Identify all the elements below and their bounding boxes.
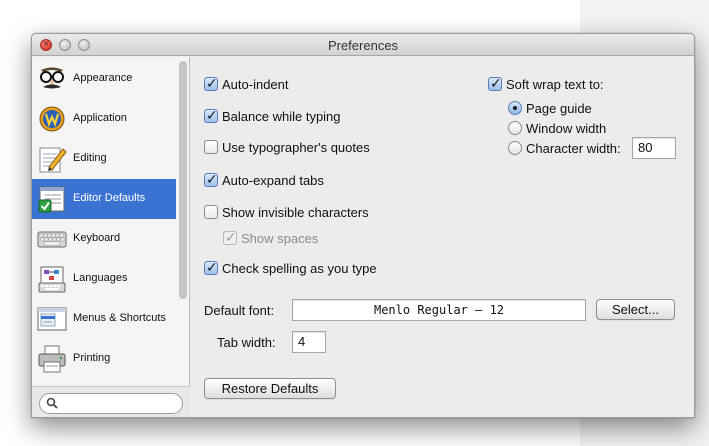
- default-font-display: Menlo Regular – 12: [292, 299, 586, 321]
- checkmark-icon: ✓: [206, 107, 218, 123]
- sidebar-item-printing[interactable]: Printing: [32, 339, 176, 379]
- sidebar-item-partial: [32, 379, 176, 386]
- window-title: Preferences: [327, 38, 399, 53]
- tab-width-field[interactable]: 4: [292, 331, 326, 353]
- printer-icon: [37, 344, 67, 374]
- sidebar-item-label: Languages: [73, 272, 128, 284]
- languages-board-icon: [37, 264, 67, 294]
- checkmark-icon: ✓: [206, 171, 218, 187]
- auto-indent-checkbox[interactable]: ✓: [204, 75, 218, 91]
- editor-defaults-pane: ✓ Auto-indent ✓ Balance while typing Use…: [191, 57, 694, 417]
- document-check-icon: [37, 184, 67, 214]
- checkmark-icon: ✓: [206, 259, 218, 275]
- menu-window-icon: [37, 304, 67, 334]
- show-spaces-checkbox: ✓: [223, 229, 237, 245]
- sidebar-list: Appearance Application Editing Editor De…: [32, 57, 176, 386]
- window-width-radio[interactable]: [508, 121, 522, 135]
- search-input[interactable]: [60, 396, 178, 411]
- auto-expand-tabs-label: Auto-expand tabs: [222, 173, 324, 188]
- pencil-notepad-icon: [37, 144, 67, 174]
- checkmark-icon: ✓: [225, 229, 237, 245]
- sidebar-item-menus-shortcuts[interactable]: Menus & Shortcuts: [32, 299, 176, 339]
- show-invisibles-checkbox[interactable]: [204, 205, 218, 219]
- window-width-label: Window width: [526, 121, 607, 136]
- application-gear-icon: [37, 104, 67, 134]
- tab-width-label: Tab width:: [217, 335, 276, 350]
- sidebar-item-label: Keyboard: [73, 232, 121, 244]
- sidebar-item-label: Appearance: [73, 72, 133, 84]
- checkmark-icon: ✓: [490, 75, 502, 91]
- page-guide-radio[interactable]: [508, 101, 522, 115]
- sidebar-item-label: Editor Defaults: [73, 192, 146, 204]
- sidebar-scrollbar-thumb[interactable]: [179, 61, 187, 299]
- preferences-window: × Preferences Appearance Application Edi…: [31, 33, 695, 418]
- sidebar-item-editor-defaults[interactable]: Editor Defaults: [32, 179, 176, 219]
- check-spelling-label: Check spelling as you type: [222, 261, 377, 276]
- checkmark-icon: ✓: [206, 75, 218, 91]
- select-font-button[interactable]: Select...: [596, 299, 675, 320]
- glasses-mustache-icon: [37, 64, 67, 94]
- sidebar-item-label: Printing: [73, 352, 111, 364]
- sidebar-item-label: Menus & Shortcuts: [73, 312, 166, 324]
- restore-defaults-button[interactable]: Restore Defaults: [204, 378, 336, 399]
- character-width-field[interactable]: 80: [632, 137, 676, 159]
- sidebar-footer: [32, 386, 190, 417]
- show-invisibles-label: Show invisible characters: [222, 205, 369, 220]
- sidebar-item-keyboard[interactable]: Keyboard: [32, 219, 176, 259]
- sidebar-item-label: Application: [73, 112, 127, 124]
- page-guide-label: Page guide: [526, 101, 592, 116]
- typographers-quotes-checkbox[interactable]: [204, 140, 218, 154]
- sidebar-item-application[interactable]: Application: [32, 99, 176, 139]
- show-spaces-label: Show spaces: [241, 231, 319, 246]
- typographers-quotes-label: Use typographer's quotes: [222, 140, 370, 155]
- auto-indent-label: Auto-indent: [222, 77, 289, 92]
- search-field[interactable]: [39, 393, 183, 414]
- check-spelling-checkbox[interactable]: ✓: [204, 259, 218, 275]
- sidebar-item-languages[interactable]: Languages: [32, 259, 176, 299]
- search-icon: [46, 397, 58, 409]
- character-width-radio[interactable]: [508, 141, 522, 155]
- soft-wrap-label: Soft wrap text to:: [506, 77, 604, 92]
- keyboard-icon: [37, 224, 67, 254]
- soft-wrap-checkbox[interactable]: ✓: [488, 75, 502, 91]
- default-font-label: Default font:: [204, 303, 275, 318]
- sidebar-item-label: Editing: [73, 152, 107, 164]
- character-width-label: Character width:: [526, 141, 621, 156]
- sidebar: Appearance Application Editing Editor De…: [32, 57, 190, 417]
- sidebar-item-appearance[interactable]: Appearance: [32, 59, 176, 99]
- balance-while-typing-label: Balance while typing: [222, 109, 341, 124]
- radio-dot-icon: [513, 106, 517, 110]
- title-bar[interactable]: × Preferences: [32, 34, 694, 56]
- auto-expand-tabs-checkbox[interactable]: ✓: [204, 171, 218, 187]
- balance-while-typing-checkbox[interactable]: ✓: [204, 107, 218, 123]
- sidebar-item-editing[interactable]: Editing: [32, 139, 176, 179]
